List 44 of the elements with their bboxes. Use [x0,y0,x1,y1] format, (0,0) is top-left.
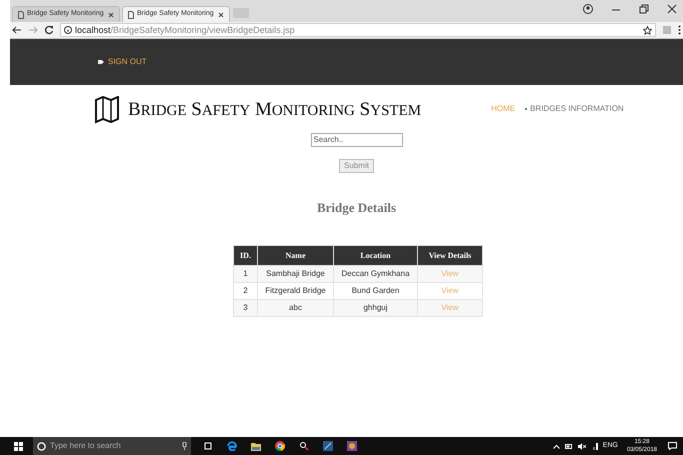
restore-icon[interactable] [639,4,649,14]
edge-icon[interactable] [227,441,237,451]
notification-icon[interactable] [668,442,677,450]
chevron-up-icon[interactable] [552,444,560,448]
submit-button[interactable]: Submit [339,158,374,172]
network-icon[interactable] [590,442,598,450]
column-header: Location [334,246,418,266]
app-icon[interactable] [347,441,357,451]
app-icon[interactable] [323,441,333,451]
page-icon [128,10,134,18]
nav-link[interactable]: BRIDGES INFORMATION [530,103,624,115]
microphone-icon[interactable] [182,442,187,450]
close-icon[interactable] [108,12,114,18]
magnifier-icon[interactable] [299,441,309,451]
account-icon[interactable] [583,4,593,14]
windows-icon[interactable] [14,442,23,450]
table-cell: 3 [234,300,258,316]
speaker-icon[interactable] [578,442,586,450]
task-view-icon[interactable] [203,442,213,450]
sign-out-link[interactable]: SIGN OUT [98,56,147,68]
folder-icon[interactable] [251,442,261,450]
sign-out-icon [98,59,104,65]
reload-icon[interactable] [44,25,54,35]
close-icon[interactable] [218,12,224,18]
close-icon[interactable] [667,4,677,14]
battery-icon[interactable] [564,444,573,448]
column-header: ID. [234,246,258,266]
site-title: BRIDGE SAFETY MONITORING SYSTEM [128,98,422,122]
map-icon [94,96,120,124]
page-icon [18,10,24,18]
page-heading: Bridge Details [316,198,396,217]
chrome-icon[interactable] [275,441,285,451]
address-bar[interactable]: localhost/BridgeSafetyMonitoring/viewBridgeDetails.jsp [60,23,656,37]
cortana-icon [37,442,46,450]
star-icon[interactable] [643,26,652,34]
search-placeholder: Type here to search [50,440,121,452]
menu-icon[interactable] [678,25,681,35]
info-icon [64,26,72,34]
url-text: localhost/BridgeSafetyMonitoring/viewBridgeDetails.jsp [75,26,295,34]
table-cell: abc [258,300,334,316]
taskbar-search[interactable]: Type here to search [33,437,191,455]
table-cell: ghhguj [334,300,418,316]
back-icon[interactable] [12,25,22,35]
search-field[interactable]: Search.. [310,132,402,146]
